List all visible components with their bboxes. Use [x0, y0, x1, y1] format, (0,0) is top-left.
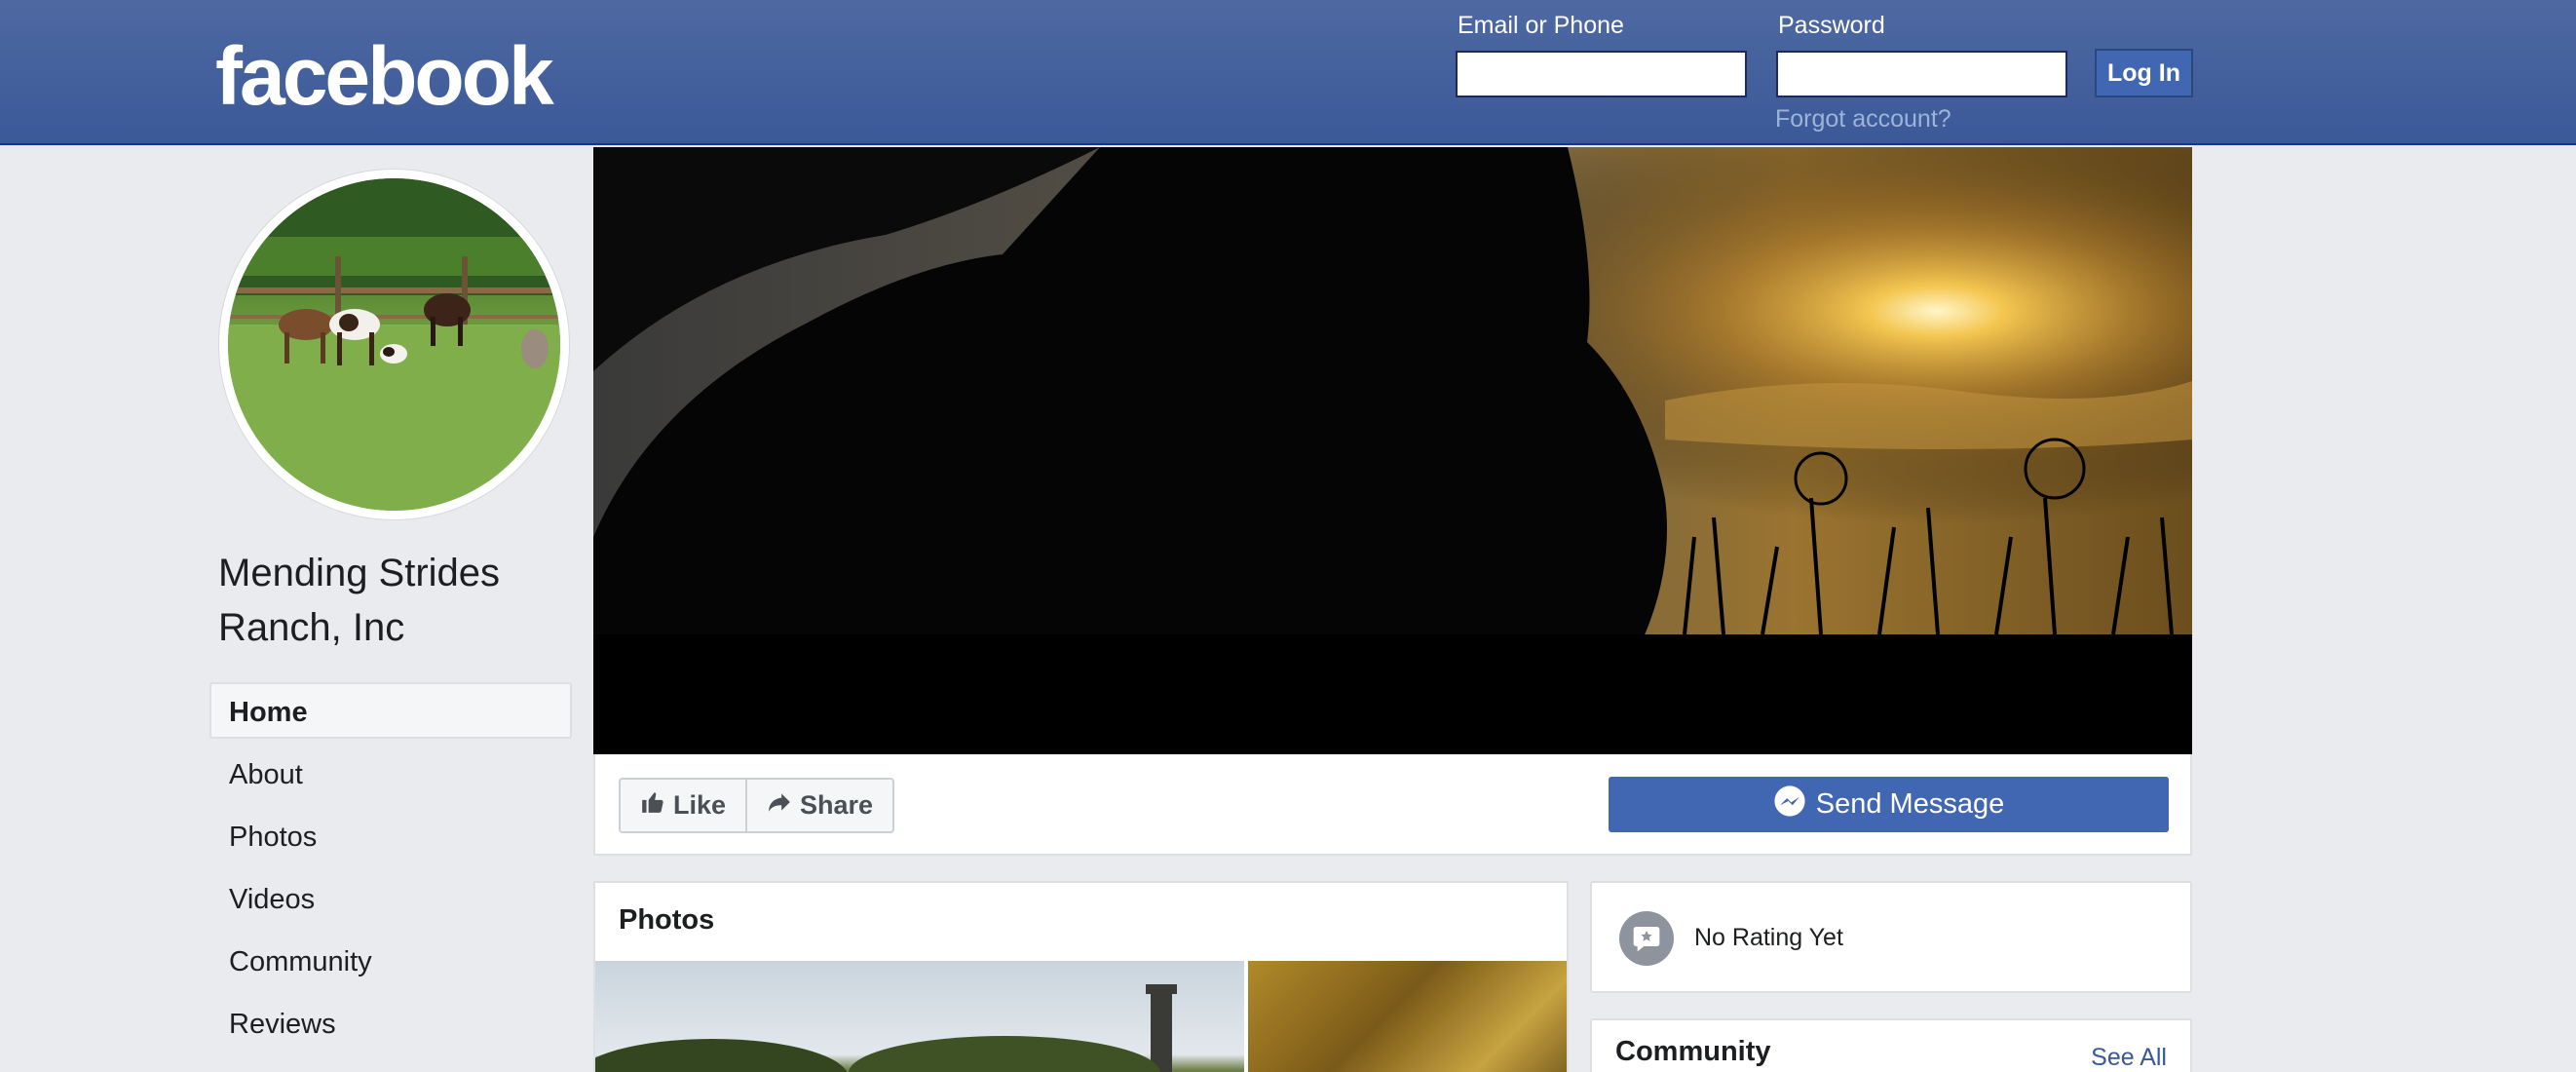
- rating-icon: [1619, 911, 1674, 966]
- profile-photo-horses: [228, 178, 560, 511]
- see-all-link[interactable]: See All: [2091, 1044, 2167, 1072]
- password-input[interactable]: [1776, 51, 2067, 97]
- page-title[interactable]: Mending Strides Ranch, Inc: [218, 546, 569, 655]
- email-input[interactable]: [1456, 51, 1747, 97]
- facebook-logo[interactable]: facebook: [215, 29, 554, 123]
- photo-thumbnail[interactable]: [595, 961, 1244, 1072]
- rating-status: No Rating Yet: [1694, 924, 1843, 951]
- profile-picture[interactable]: [219, 170, 569, 519]
- share-label: Share: [800, 790, 874, 820]
- send-message-label: Send Message: [1815, 788, 2005, 820]
- sidebar-item-home[interactable]: Home: [209, 682, 572, 739]
- login-button[interactable]: Log In: [2095, 49, 2193, 97]
- rating-card: No Rating Yet: [1590, 881, 2192, 993]
- page-navigation: Home About Photos Videos Community Revie…: [209, 682, 572, 1056]
- messenger-icon: [1773, 785, 1806, 825]
- photos-section: Photos: [593, 881, 1569, 1072]
- sidebar-item-reviews[interactable]: Reviews: [209, 994, 572, 1051]
- sidebar-item-photos[interactable]: Photos: [209, 807, 572, 863]
- share-icon: [767, 789, 792, 822]
- page-action-bar: Like Share Send Message: [593, 754, 2192, 856]
- top-bar: facebook Email or Phone Password Log In …: [0, 0, 2576, 145]
- password-label: Password: [1778, 12, 1885, 39]
- sidebar-item-videos[interactable]: Videos: [209, 869, 572, 926]
- forgot-account-link[interactable]: Forgot account?: [1775, 105, 1951, 134]
- like-icon: [640, 789, 665, 822]
- like-share-group: Like Share: [619, 778, 895, 833]
- cover-photo[interactable]: [593, 147, 2192, 754]
- like-label: Like: [673, 790, 727, 820]
- sidebar-item-community[interactable]: Community: [209, 932, 572, 988]
- like-button[interactable]: Like: [621, 780, 745, 831]
- photo-thumbnail[interactable]: [1248, 961, 1567, 1072]
- share-button[interactable]: Share: [745, 780, 892, 831]
- photos-heading[interactable]: Photos: [619, 904, 714, 937]
- community-heading: Community: [1615, 1036, 1771, 1067]
- send-message-button[interactable]: Send Message: [1609, 777, 2169, 832]
- community-card: Community See All: [1590, 1018, 2192, 1072]
- sidebar-item-about[interactable]: About: [209, 745, 572, 801]
- email-label: Email or Phone: [1458, 12, 1624, 39]
